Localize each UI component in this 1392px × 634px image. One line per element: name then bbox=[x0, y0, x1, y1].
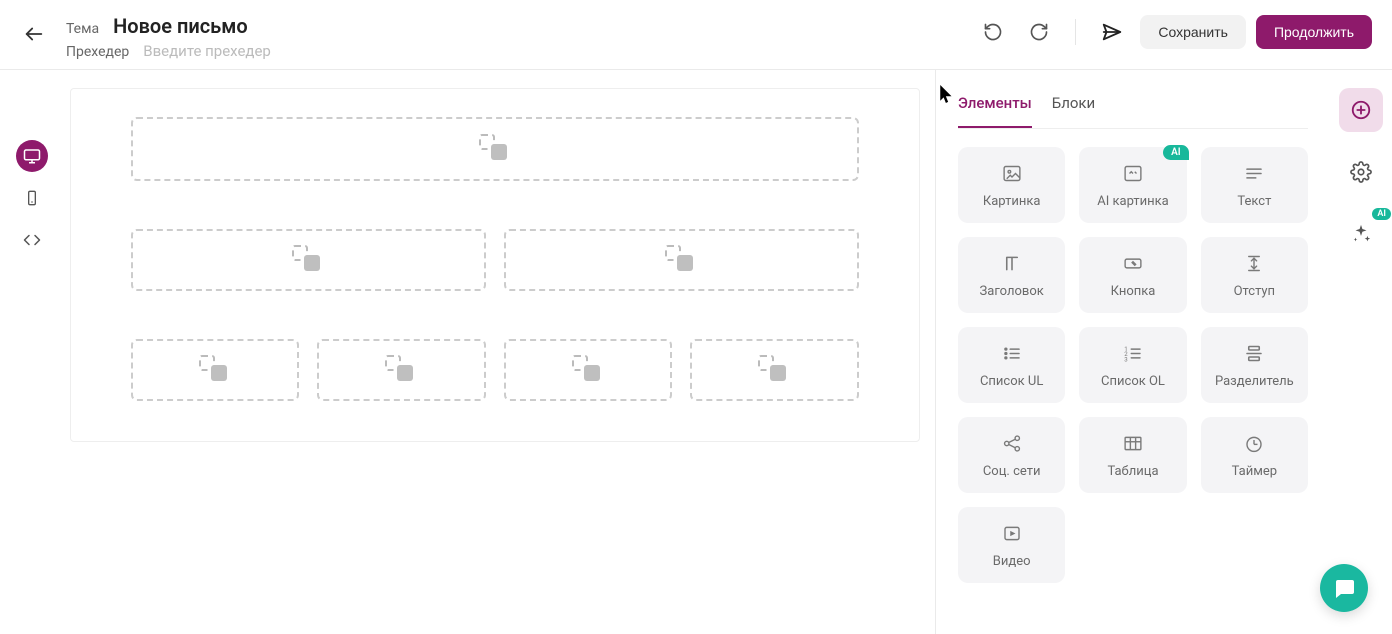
drop-zone[interactable] bbox=[131, 339, 300, 401]
continue-button[interactable]: Продолжить bbox=[1256, 15, 1372, 49]
back-button[interactable] bbox=[20, 20, 48, 48]
settings-panel-button[interactable] bbox=[1339, 150, 1383, 194]
subject-label: Тема bbox=[66, 21, 99, 37]
text-icon bbox=[1243, 163, 1265, 184]
elements-grid: Картинка AI AI картинка Текст Заголовок … bbox=[958, 147, 1308, 583]
element-divider[interactable]: Разделитель bbox=[1201, 327, 1308, 403]
divider-icon bbox=[1243, 343, 1265, 364]
element-video[interactable]: Видео bbox=[958, 507, 1065, 583]
video-icon bbox=[1001, 523, 1023, 544]
element-label: AI картинка bbox=[1097, 194, 1168, 209]
subject-row[interactable]: Тема Новое письмо bbox=[66, 14, 271, 38]
save-button[interactable]: Сохранить bbox=[1140, 15, 1246, 49]
canvas-area bbox=[64, 70, 935, 634]
preheader-placeholder: Введите прехедер bbox=[143, 42, 271, 60]
spacer-icon bbox=[1243, 253, 1265, 274]
send-test-button[interactable] bbox=[1094, 14, 1130, 50]
mobile-view-button[interactable] bbox=[16, 182, 48, 214]
ai-badge: AI bbox=[1163, 145, 1189, 160]
drop-zone[interactable] bbox=[317, 339, 486, 401]
element-label: Отступ bbox=[1234, 284, 1275, 299]
element-text[interactable]: Текст bbox=[1201, 147, 1308, 223]
email-canvas[interactable] bbox=[70, 88, 920, 442]
element-timer[interactable]: Таймер bbox=[1201, 417, 1308, 493]
image-icon bbox=[1001, 163, 1023, 184]
element-ai-image[interactable]: AI AI картинка bbox=[1079, 147, 1186, 223]
table-icon bbox=[1122, 433, 1144, 454]
header-left: Тема Новое письмо Прехедер Введите прехе… bbox=[20, 14, 271, 60]
placeholder-icon bbox=[296, 249, 320, 271]
element-label: Заголовок bbox=[980, 284, 1044, 299]
element-label: Таблица bbox=[1107, 464, 1158, 479]
heading-icon bbox=[1001, 253, 1023, 274]
placeholder-icon bbox=[576, 359, 600, 381]
preheader-label: Прехедер bbox=[66, 44, 129, 60]
element-list-ul[interactable]: Список UL bbox=[958, 327, 1065, 403]
placeholder-icon bbox=[762, 359, 786, 381]
canvas-row bbox=[131, 339, 859, 401]
placeholder-icon bbox=[483, 138, 507, 160]
drop-zone[interactable] bbox=[690, 339, 859, 401]
main: Элементы Блоки Картинка AI AI картинка Т… bbox=[0, 70, 1392, 634]
element-table[interactable]: Таблица bbox=[1079, 417, 1186, 493]
element-social[interactable]: Соц. сети bbox=[958, 417, 1065, 493]
element-label: Разделитель bbox=[1215, 374, 1294, 389]
placeholder-icon bbox=[389, 359, 413, 381]
element-label: Картинка bbox=[983, 194, 1041, 209]
divider bbox=[1075, 19, 1076, 45]
drop-zone[interactable] bbox=[504, 229, 859, 291]
element-label: Соц. сети bbox=[983, 464, 1041, 479]
desktop-view-button[interactable] bbox=[16, 140, 48, 172]
element-label: Текст bbox=[1237, 194, 1271, 209]
canvas-row bbox=[131, 117, 859, 181]
gear-icon bbox=[1350, 161, 1372, 183]
element-label: Видео bbox=[993, 554, 1031, 569]
element-button[interactable]: Кнопка bbox=[1079, 237, 1186, 313]
list-ol-icon: 123 bbox=[1122, 343, 1144, 364]
element-label: Список OL bbox=[1101, 374, 1165, 389]
redo-button[interactable] bbox=[1021, 14, 1057, 50]
social-icon bbox=[1001, 433, 1023, 454]
header: Тема Новое письмо Прехедер Введите прехе… bbox=[0, 0, 1392, 70]
preheader-row[interactable]: Прехедер Введите прехедер bbox=[66, 42, 271, 60]
button-icon bbox=[1121, 253, 1145, 274]
plus-icon bbox=[1350, 99, 1372, 121]
ai-panel-button[interactable]: AI bbox=[1339, 212, 1383, 256]
element-image[interactable]: Картинка bbox=[958, 147, 1065, 223]
drop-zone[interactable] bbox=[131, 229, 486, 291]
header-right: Сохранить Продолжить bbox=[975, 14, 1372, 50]
subject-value: Новое письмо bbox=[113, 14, 248, 38]
element-list-ol[interactable]: 123 Список OL bbox=[1079, 327, 1186, 403]
subject-block: Тема Новое письмо Прехедер Введите прехе… bbox=[66, 14, 271, 60]
ai-badge: AI bbox=[1372, 208, 1391, 220]
svg-text:3: 3 bbox=[1124, 356, 1128, 363]
sparkle-icon bbox=[1350, 223, 1372, 245]
canvas-row bbox=[131, 229, 859, 291]
placeholder-icon bbox=[669, 249, 693, 271]
placeholder-icon bbox=[203, 359, 227, 381]
sidebar-tabs: Элементы Блоки bbox=[958, 88, 1308, 129]
chat-fab[interactable] bbox=[1320, 564, 1368, 612]
element-heading[interactable]: Заголовок bbox=[958, 237, 1065, 313]
list-ul-icon bbox=[1001, 343, 1023, 364]
tab-elements[interactable]: Элементы bbox=[958, 88, 1032, 128]
sidebar: Элементы Блоки Картинка AI AI картинка Т… bbox=[935, 70, 1330, 634]
element-spacer[interactable]: Отступ bbox=[1201, 237, 1308, 313]
undo-button[interactable] bbox=[975, 14, 1011, 50]
element-label: Кнопка bbox=[1111, 284, 1156, 299]
element-label: Таймер bbox=[1232, 464, 1277, 479]
timer-icon bbox=[1243, 433, 1265, 454]
add-panel-button[interactable] bbox=[1339, 88, 1383, 132]
right-rail: AI bbox=[1330, 70, 1392, 634]
tab-blocks[interactable]: Блоки bbox=[1052, 88, 1095, 128]
element-label: Список UL bbox=[980, 374, 1043, 389]
chat-icon bbox=[1332, 576, 1356, 600]
ai-image-icon bbox=[1122, 163, 1144, 184]
code-view-button[interactable] bbox=[16, 224, 48, 256]
drop-zone[interactable] bbox=[131, 117, 859, 181]
drop-zone[interactable] bbox=[504, 339, 673, 401]
device-rail bbox=[0, 70, 64, 634]
